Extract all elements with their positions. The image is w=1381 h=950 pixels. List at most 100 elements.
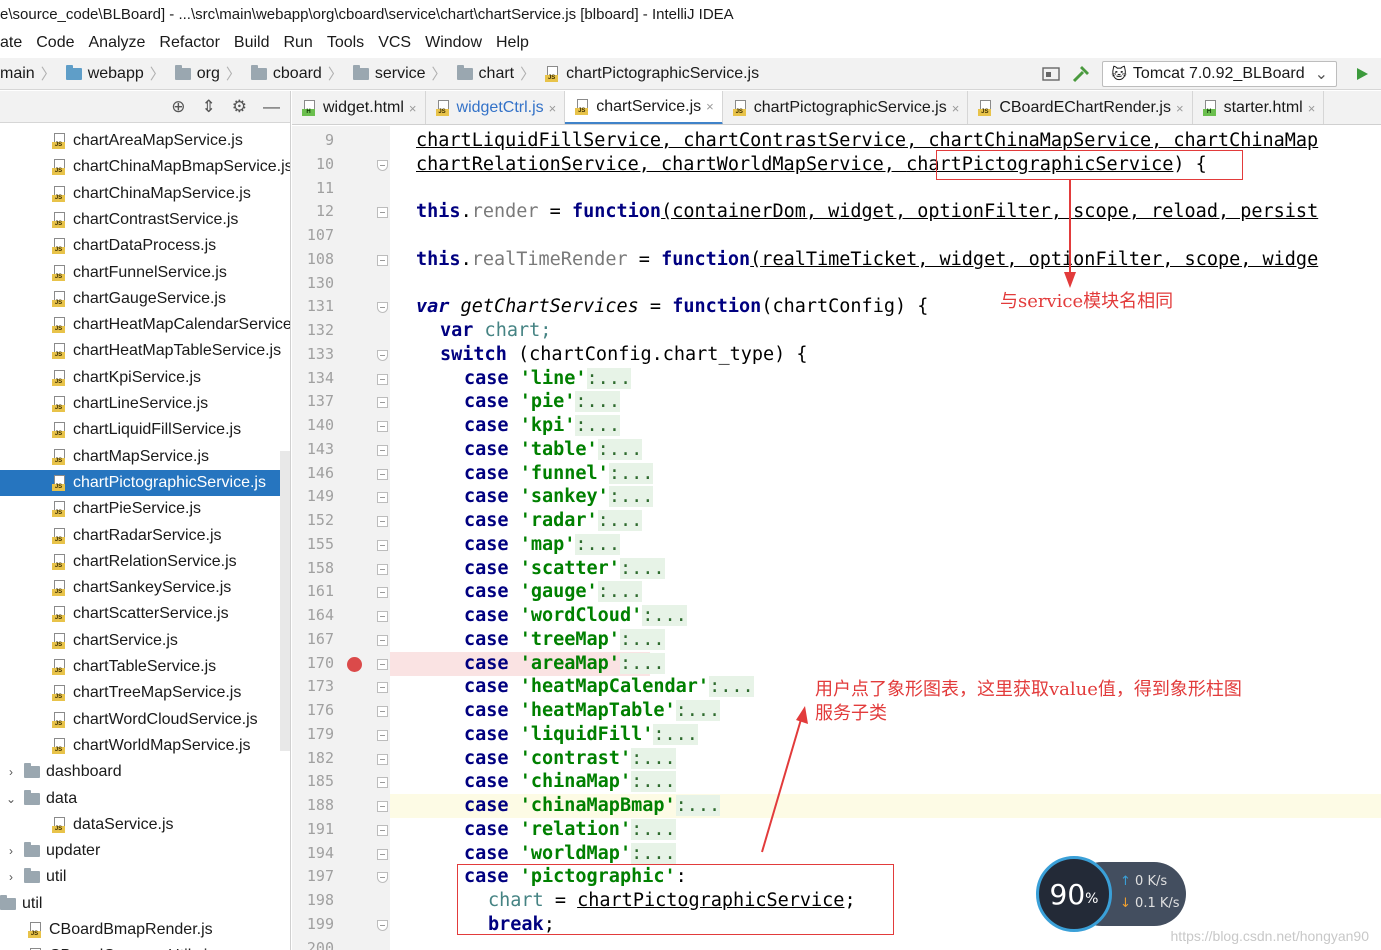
fold-icon[interactable] xyxy=(377,349,388,361)
fold-icon[interactable] xyxy=(377,587,388,599)
fold-icon[interactable] xyxy=(377,919,388,931)
fold-icon[interactable] xyxy=(377,563,388,575)
fold-icon[interactable] xyxy=(377,634,388,646)
editor-tab[interactable]: JS CBoardEChartRender.js × xyxy=(968,91,1193,124)
menu-vcs[interactable]: VCS xyxy=(371,30,418,56)
fold-icon[interactable] xyxy=(377,254,388,266)
tree-item[interactable]: JS chartMapService.js xyxy=(0,444,290,470)
menu-window[interactable]: Window xyxy=(418,30,489,56)
fold-icon[interactable] xyxy=(377,872,388,884)
fold-icon[interactable] xyxy=(377,611,388,622)
tree-item[interactable]: ⌄ data xyxy=(0,786,290,812)
tree-item[interactable]: JS dataService.js xyxy=(0,812,290,838)
fold-icon[interactable] xyxy=(377,302,388,314)
menu-analyze[interactable]: Analyze xyxy=(82,30,153,56)
chevron-right-icon[interactable]: › xyxy=(4,870,18,884)
tree-item[interactable]: JS chartWordCloudService.js xyxy=(0,707,290,733)
editor-tab[interactable]: Hwidget.html × xyxy=(292,91,426,124)
chevron-right-icon[interactable]: › xyxy=(4,844,18,858)
editor-tab[interactable]: Hstarter.html × xyxy=(1193,91,1325,124)
fold-icon[interactable] xyxy=(377,397,388,409)
menu-code[interactable]: Code xyxy=(29,30,81,56)
menu-refactor[interactable]: Refactor xyxy=(152,30,226,56)
breadcrumb-item[interactable]: service 〉 xyxy=(352,63,453,84)
tree-item[interactable]: JS chartHeatMapCalendarService xyxy=(0,312,290,338)
fold-icon[interactable] xyxy=(377,777,388,789)
fold-icon[interactable] xyxy=(377,492,388,504)
tree-item[interactable]: JS chartService.js xyxy=(0,628,290,654)
fold-icon[interactable] xyxy=(377,848,388,860)
gear-icon[interactable]: ⚙ xyxy=(232,97,247,117)
build-hammer-icon[interactable] xyxy=(1070,63,1092,85)
close-icon[interactable]: × xyxy=(952,101,960,116)
scrollbar[interactable] xyxy=(280,451,290,751)
tree-item[interactable]: JS CBoardBmapRender.js xyxy=(0,917,290,943)
minimize-icon[interactable]: — xyxy=(263,97,280,117)
breadcrumb-item[interactable]: main 〉 xyxy=(0,63,62,84)
breakpoint-icon[interactable] xyxy=(347,656,362,672)
tree-item[interactable]: JS chartChinaMapService.js xyxy=(0,181,290,207)
fold-icon[interactable] xyxy=(377,444,388,456)
tree-item[interactable]: JS chartPieService.js xyxy=(0,496,290,522)
tree-item[interactable]: JS chartFunnelService.js xyxy=(0,260,290,286)
tree-item[interactable]: › updater xyxy=(0,838,290,864)
close-icon[interactable]: × xyxy=(549,101,557,116)
tree-item[interactable]: JS chartTreeMapService.js xyxy=(0,680,290,706)
tree-item[interactable]: JS chartRadarService.js xyxy=(0,523,290,549)
tree-item[interactable]: JS chartHeatMapTableService.js xyxy=(0,338,290,364)
tree-item[interactable]: JS chartAreaMapService.js xyxy=(0,128,290,154)
tree-item[interactable]: util xyxy=(0,891,290,917)
tree-item[interactable]: JS chartLineService.js xyxy=(0,391,290,417)
menu-build[interactable]: Build xyxy=(227,30,277,56)
fold-icon[interactable] xyxy=(377,729,388,741)
run-icon[interactable] xyxy=(1351,63,1373,85)
fold-icon[interactable] xyxy=(377,824,388,836)
menu-help[interactable]: Help xyxy=(489,30,536,56)
breadcrumb-item[interactable]: org 〉 xyxy=(174,63,247,84)
tree-item[interactable]: JS chartChinaMapBmapService.js xyxy=(0,154,290,180)
tree-item[interactable]: › util xyxy=(0,864,290,890)
run-configuration-select[interactable]: 🐱 Tomcat 7.0.92_BLBoard ⌄ xyxy=(1102,61,1337,87)
tree-item[interactable]: JS chartKpiService.js xyxy=(0,365,290,391)
tree-item[interactable]: JSCBoardCommonUtils.js xyxy=(0,943,290,950)
fold-icon[interactable] xyxy=(377,159,388,171)
tree-item[interactable]: JS chartWorldMapService.js xyxy=(0,733,290,759)
editor-tab[interactable]: JS chartService.js × xyxy=(565,91,723,124)
breadcrumb-item[interactable]: JS chartPictographicService.js xyxy=(545,65,759,83)
code-editor[interactable]: chartLiquidFillService, chartContrastSer… xyxy=(390,126,1381,950)
fold-icon[interactable] xyxy=(377,682,388,694)
fold-icon[interactable] xyxy=(377,421,388,432)
menu-run[interactable]: Run xyxy=(276,30,319,56)
breadcrumb-item[interactable]: webapp 〉 xyxy=(65,63,171,84)
tree-item[interactable]: JS chartDataProcess.js xyxy=(0,233,290,259)
tree-item[interactable]: JS chartPictographicService.js xyxy=(0,469,290,496)
breadcrumb-item[interactable]: cboard 〉 xyxy=(250,63,349,84)
tree-item[interactable]: JS chartTableService.js xyxy=(0,654,290,680)
close-icon[interactable]: × xyxy=(1308,101,1316,116)
fold-icon[interactable] xyxy=(377,207,388,219)
fold-icon[interactable] xyxy=(377,706,388,717)
fold-icon[interactable] xyxy=(377,516,388,527)
tree-item[interactable]: JS chartSankeyService.js xyxy=(0,575,290,601)
editor-tab[interactable]: JS chartPictographicService.js × xyxy=(723,91,969,124)
tree-item[interactable]: JS chartContrastService.js xyxy=(0,207,290,233)
layout-icon[interactable] xyxy=(1040,63,1062,85)
fold-icon[interactable] xyxy=(377,468,388,480)
collapse-all-icon[interactable]: ⇕ xyxy=(202,97,216,117)
fold-icon[interactable] xyxy=(377,801,388,812)
fold-icon[interactable] xyxy=(377,373,388,385)
fold-icon[interactable] xyxy=(377,753,388,765)
tree-item[interactable]: JS chartScatterService.js xyxy=(0,601,290,627)
tree-item[interactable]: JS chartRelationService.js xyxy=(0,549,290,575)
close-icon[interactable]: × xyxy=(1176,101,1184,116)
breadcrumb-item[interactable]: chart 〉 xyxy=(456,63,542,84)
tree-item[interactable]: JS chartGaugeService.js xyxy=(0,286,290,312)
fold-icon[interactable] xyxy=(377,539,388,551)
menu-navigate[interactable]: ate xyxy=(0,30,29,56)
tree-item[interactable]: › dashboard xyxy=(0,759,290,785)
editor-tab[interactable]: JS widgetCtrl.js × xyxy=(426,91,566,124)
menu-tools[interactable]: Tools xyxy=(320,30,371,56)
fold-icon[interactable] xyxy=(377,658,388,670)
close-icon[interactable]: × xyxy=(706,99,714,114)
chevron-right-icon[interactable]: › xyxy=(4,765,18,779)
